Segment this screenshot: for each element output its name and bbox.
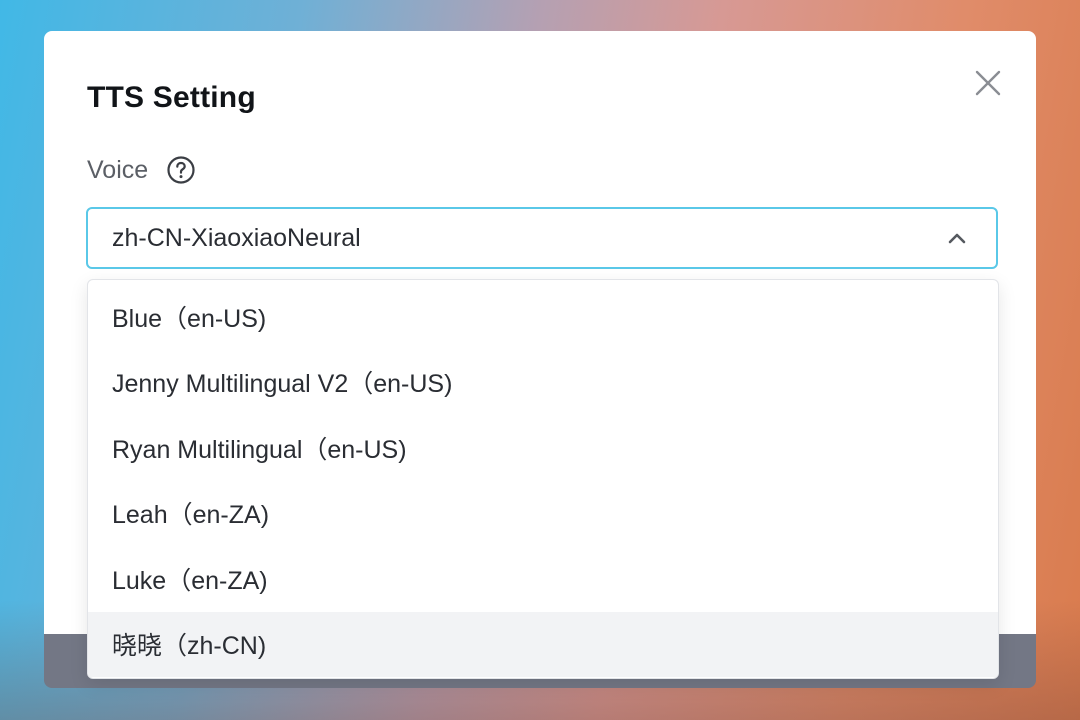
voice-option-jenny-multilingual-v2[interactable]: Jenny Multilingual V2（en-US): [88, 350, 998, 416]
voice-option-blue[interactable]: Blue（en-US): [88, 284, 998, 350]
voice-dropdown-menu: Blue（en-US) Jenny Multilingual V2（en-US)…: [87, 279, 999, 679]
voice-option-luke[interactable]: Luke（en-ZA): [88, 546, 998, 612]
voice-option-list: Blue（en-US) Jenny Multilingual V2（en-US)…: [88, 280, 998, 677]
chevron-up-icon: [948, 233, 966, 244]
voice-label: Voice: [87, 155, 149, 184]
voice-select[interactable]: zh-CN-XiaoxiaoNeural: [86, 207, 998, 269]
voice-option-ryan-multilingual[interactable]: Ryan Multilingual（en-US): [88, 415, 998, 481]
dialog-title: TTS Setting: [87, 81, 256, 114]
close-icon: [975, 70, 1001, 96]
voice-option-leah[interactable]: Leah（en-ZA): [88, 481, 998, 547]
voice-label-row: Voice: [87, 155, 196, 185]
voice-select-value: zh-CN-XiaoxiaoNeural: [112, 223, 361, 252]
close-button[interactable]: [970, 65, 1006, 101]
help-circle-icon[interactable]: [166, 155, 196, 185]
voice-option-xiaoxiao[interactable]: 晓晓（zh-CN): [88, 611, 998, 677]
